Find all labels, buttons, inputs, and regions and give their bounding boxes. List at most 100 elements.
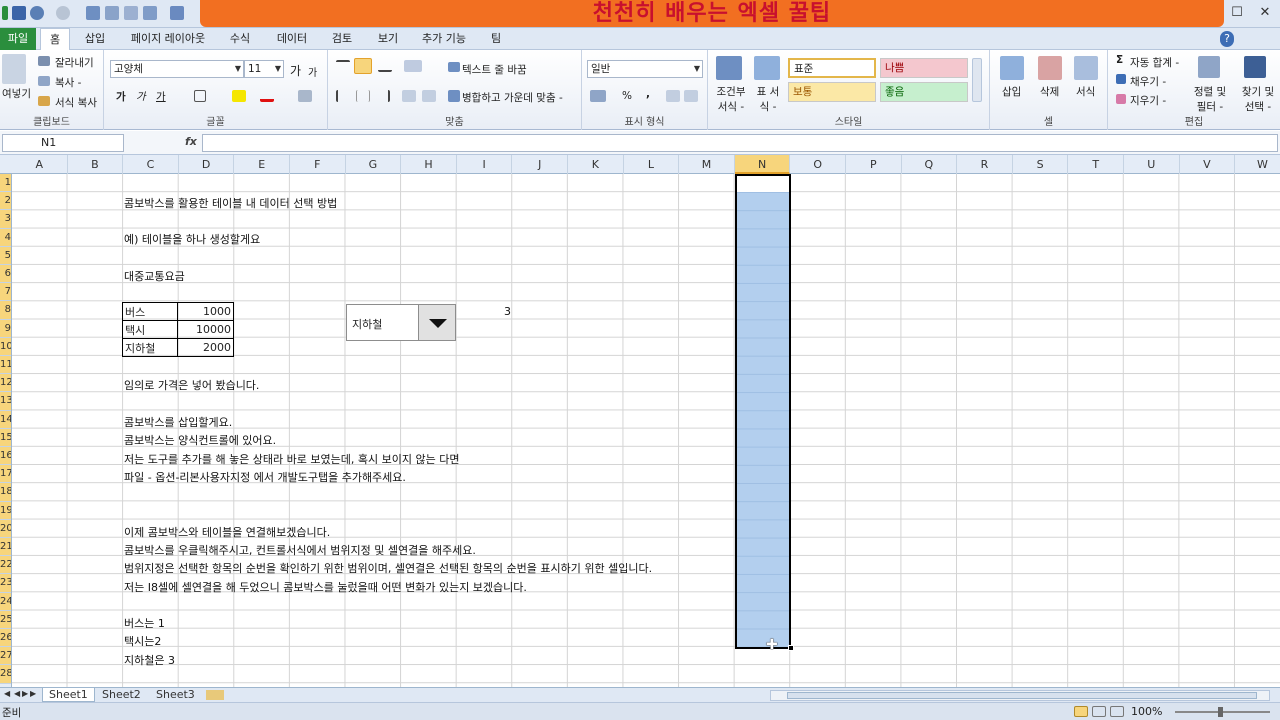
increase-indent-icon[interactable]: [422, 90, 436, 102]
row-header[interactable]: 27: [0, 647, 11, 666]
column-header-s[interactable]: S: [1013, 155, 1069, 174]
row-header[interactable]: 9: [0, 319, 11, 338]
sort-filter-icon[interactable]: [1198, 56, 1220, 78]
autosum-button[interactable]: 자동 합계 -: [1130, 55, 1179, 70]
format-as-table-icon[interactable]: [754, 56, 780, 80]
align-right-icon[interactable]: [376, 90, 390, 102]
last-sheet-icon[interactable]: ▶: [30, 689, 36, 698]
paragraph-line[interactable]: 이제 콤보박스와 테이블을 연결해보겠습니다.: [124, 524, 330, 540]
column-header-t[interactable]: T: [1068, 155, 1124, 174]
tab-review[interactable]: 검토: [324, 28, 360, 50]
row-header[interactable]: 17: [0, 465, 11, 484]
save-icon[interactable]: [12, 6, 26, 20]
number-format-select[interactable]: 일반 ▼: [587, 60, 703, 78]
tab-view[interactable]: 보기: [370, 28, 406, 50]
font-color-icon[interactable]: [260, 90, 274, 102]
tab-file[interactable]: 파일: [0, 28, 36, 50]
column-header-p[interactable]: P: [846, 155, 902, 174]
row-header[interactable]: 24: [0, 592, 11, 611]
fill-handle[interactable]: [788, 645, 794, 651]
cut-button[interactable]: 잘라내기: [55, 55, 94, 70]
sheet-tab-sheet3[interactable]: Sheet3: [150, 688, 201, 702]
active-cell[interactable]: [737, 176, 789, 192]
cell-area[interactable]: [12, 174, 1280, 687]
sort-filter-button[interactable]: 정렬 및 필터 -: [1188, 84, 1232, 114]
insert-cells-icon[interactable]: [1000, 56, 1024, 80]
tab-home[interactable]: 홈: [40, 28, 70, 51]
row-header[interactable]: 21: [0, 538, 11, 557]
delete-cells-icon[interactable]: [1038, 56, 1062, 80]
row-header[interactable]: 7: [0, 283, 11, 302]
paste-icon[interactable]: [2, 54, 26, 84]
column-header-g[interactable]: G: [346, 155, 402, 174]
paragraph-line[interactable]: 콤보박스를 삽입할게요.: [124, 414, 232, 430]
delete-cells-button[interactable]: 삭제: [1040, 84, 1059, 99]
column-header-i[interactable]: I: [457, 155, 513, 174]
format-as-table-button[interactable]: 표 서식 -: [752, 84, 784, 114]
table-title[interactable]: 대중교통요금: [124, 268, 185, 284]
table-cell-price[interactable]: 2000: [177, 338, 234, 357]
align-bottom-icon[interactable]: [378, 60, 392, 72]
shrink-font-button[interactable]: 가: [308, 64, 317, 79]
row-header[interactable]: 20: [0, 519, 11, 538]
table-cell-name[interactable]: 지하철: [122, 338, 178, 357]
currency-icon[interactable]: [590, 90, 606, 102]
column-header-u[interactable]: U: [1124, 155, 1180, 174]
result-line[interactable]: 버스는 1: [124, 615, 165, 631]
help-icon[interactable]: ?: [1220, 31, 1234, 47]
copy-button[interactable]: 복사 -: [55, 75, 81, 90]
column-header-a[interactable]: A: [12, 155, 68, 174]
format-cells-icon[interactable]: [1074, 56, 1098, 80]
italic-button[interactable]: 가: [136, 89, 146, 104]
style-good[interactable]: 좋음: [880, 82, 968, 102]
wrap-text-button[interactable]: 텍스트 줄 바꿈: [462, 62, 527, 77]
fill-color-icon[interactable]: [232, 90, 246, 102]
combo-box-dropdown-button[interactable]: [418, 305, 455, 340]
merge-center-button[interactable]: 병합하고 가운데 맞춤 -: [462, 90, 563, 105]
row-header[interactable]: 14: [0, 410, 11, 429]
conditional-format-icon[interactable]: [716, 56, 742, 80]
result-line[interactable]: 지하철은 3: [124, 652, 175, 668]
row-header[interactable]: 26: [0, 629, 11, 648]
column-header-n[interactable]: N: [734, 155, 791, 174]
align-top-icon[interactable]: [336, 60, 350, 72]
column-header-v[interactable]: V: [1180, 155, 1236, 174]
styles-scroll-icon[interactable]: [972, 58, 982, 102]
paragraph-line[interactable]: 파일 - 옵션-리본사용자지정 에서 개발도구탭을 추가해주세요.: [124, 469, 406, 485]
align-center-icon[interactable]: [356, 90, 370, 102]
table-cell-name[interactable]: 버스: [122, 302, 178, 321]
column-header-w[interactable]: W: [1235, 155, 1280, 174]
row-header[interactable]: 5: [0, 246, 11, 265]
conditional-format-button[interactable]: 조건부 서식 -: [712, 84, 750, 114]
format-cells-button[interactable]: 서식: [1076, 84, 1095, 99]
macro-icon[interactable]: [170, 6, 184, 20]
row-header[interactable]: 18: [0, 483, 11, 502]
style-bad[interactable]: 나쁨: [880, 58, 968, 78]
maximize-button[interactable]: ☐: [1230, 6, 1244, 20]
row-header[interactable]: 8: [0, 301, 11, 320]
tab-page-layout[interactable]: 페이지 레이아웃: [122, 28, 214, 50]
fill-button[interactable]: 채우기 -: [1130, 74, 1166, 89]
page-layout-view-icon[interactable]: [1092, 706, 1106, 717]
decrease-decimal-icon[interactable]: [684, 90, 698, 102]
redo-icon[interactable]: [56, 6, 70, 20]
format-painter-button[interactable]: 서식 복사: [55, 95, 97, 110]
column-header-o[interactable]: O: [790, 155, 846, 174]
horizontal-scrollbar[interactable]: [770, 690, 1270, 701]
style-normal[interactable]: 표준: [788, 58, 876, 78]
decrease-indent-icon[interactable]: [402, 90, 416, 102]
sheet-tab-sheet2[interactable]: Sheet2: [96, 688, 147, 702]
column-header-l[interactable]: L: [624, 155, 680, 174]
row-header[interactable]: 19: [0, 501, 11, 520]
tab-addins[interactable]: 추가 기능: [416, 28, 472, 50]
prev-sheet-icon[interactable]: ◀: [14, 689, 20, 698]
column-header-r[interactable]: R: [957, 155, 1013, 174]
next-sheet-icon[interactable]: ▶: [22, 689, 28, 698]
sheet-tab-sheet1[interactable]: Sheet1: [42, 688, 95, 702]
column-header-d[interactable]: D: [179, 155, 235, 174]
insert-cells-button[interactable]: 삽입: [1002, 84, 1021, 99]
row-header[interactable]: 28: [0, 665, 11, 684]
table-cell-price[interactable]: 1000: [177, 302, 234, 321]
normal-view-icon[interactable]: [1074, 706, 1088, 717]
binoculars-icon[interactable]: [1244, 56, 1266, 78]
